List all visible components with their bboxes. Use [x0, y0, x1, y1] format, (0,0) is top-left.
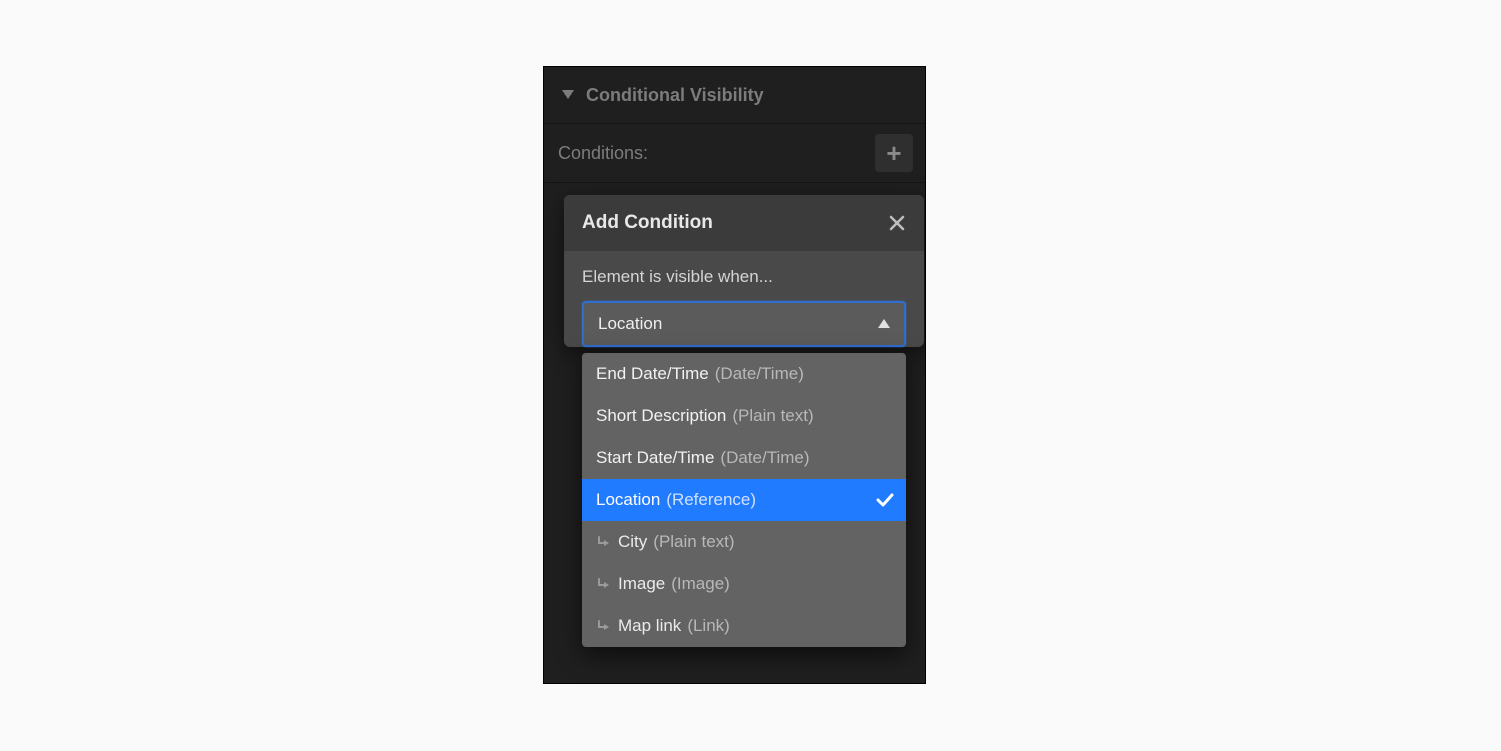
- option-city[interactable]: City (Plain text): [582, 521, 906, 563]
- option-label: City: [618, 532, 647, 552]
- settings-panel: Conditional Visibility Conditions: + Add…: [543, 66, 926, 684]
- option-type: (Plain text): [732, 406, 813, 426]
- option-image[interactable]: Image (Image): [582, 563, 906, 605]
- popover-title: Add Condition: [582, 212, 713, 234]
- option-type: (Reference): [666, 490, 756, 510]
- section-title: Conditional Visibility: [586, 85, 764, 106]
- option-label: Image: [618, 574, 665, 594]
- option-type: (Image): [671, 574, 730, 594]
- child-indent-icon: [596, 577, 610, 591]
- option-short-description[interactable]: Short Description (Plain text): [582, 395, 906, 437]
- popover-prompt: Element is visible when...: [564, 251, 924, 301]
- option-label: Start Date/Time: [596, 448, 714, 468]
- disclosure-triangle-icon: [562, 90, 574, 100]
- child-indent-icon: [596, 619, 610, 633]
- conditions-label: Conditions:: [558, 143, 648, 164]
- option-type: (Date/Time): [720, 448, 809, 468]
- plus-icon: +: [886, 140, 901, 166]
- option-map-link[interactable]: Map link (Link): [582, 605, 906, 647]
- option-label: Map link: [618, 616, 681, 636]
- popover-close-button[interactable]: [888, 214, 906, 232]
- option-location[interactable]: Location (Reference): [582, 479, 906, 521]
- option-type: (Date/Time): [715, 364, 804, 384]
- field-dropdown: End Date/Time (Date/Time) Short Descript…: [582, 353, 906, 647]
- option-start-date-time[interactable]: Start Date/Time (Date/Time): [582, 437, 906, 479]
- field-select-value: Location: [598, 314, 662, 334]
- option-type: (Link): [687, 616, 730, 636]
- option-label: Location: [596, 490, 660, 510]
- add-condition-popover: Add Condition Element is visible when...…: [564, 195, 924, 347]
- add-condition-button[interactable]: +: [875, 134, 913, 172]
- option-type: (Plain text): [653, 532, 734, 552]
- option-label: Short Description: [596, 406, 726, 426]
- caret-up-icon: [878, 319, 890, 329]
- field-select[interactable]: Location: [582, 301, 906, 347]
- stage: Conditional Visibility Conditions: + Add…: [0, 0, 1501, 751]
- child-indent-icon: [596, 535, 610, 549]
- popover-header: Add Condition: [564, 195, 924, 251]
- section-conditional-visibility[interactable]: Conditional Visibility: [544, 67, 925, 124]
- option-label: End Date/Time: [596, 364, 709, 384]
- check-icon: [876, 493, 894, 507]
- option-end-date-time[interactable]: End Date/Time (Date/Time): [582, 353, 906, 395]
- conditions-row: Conditions: +: [544, 124, 925, 183]
